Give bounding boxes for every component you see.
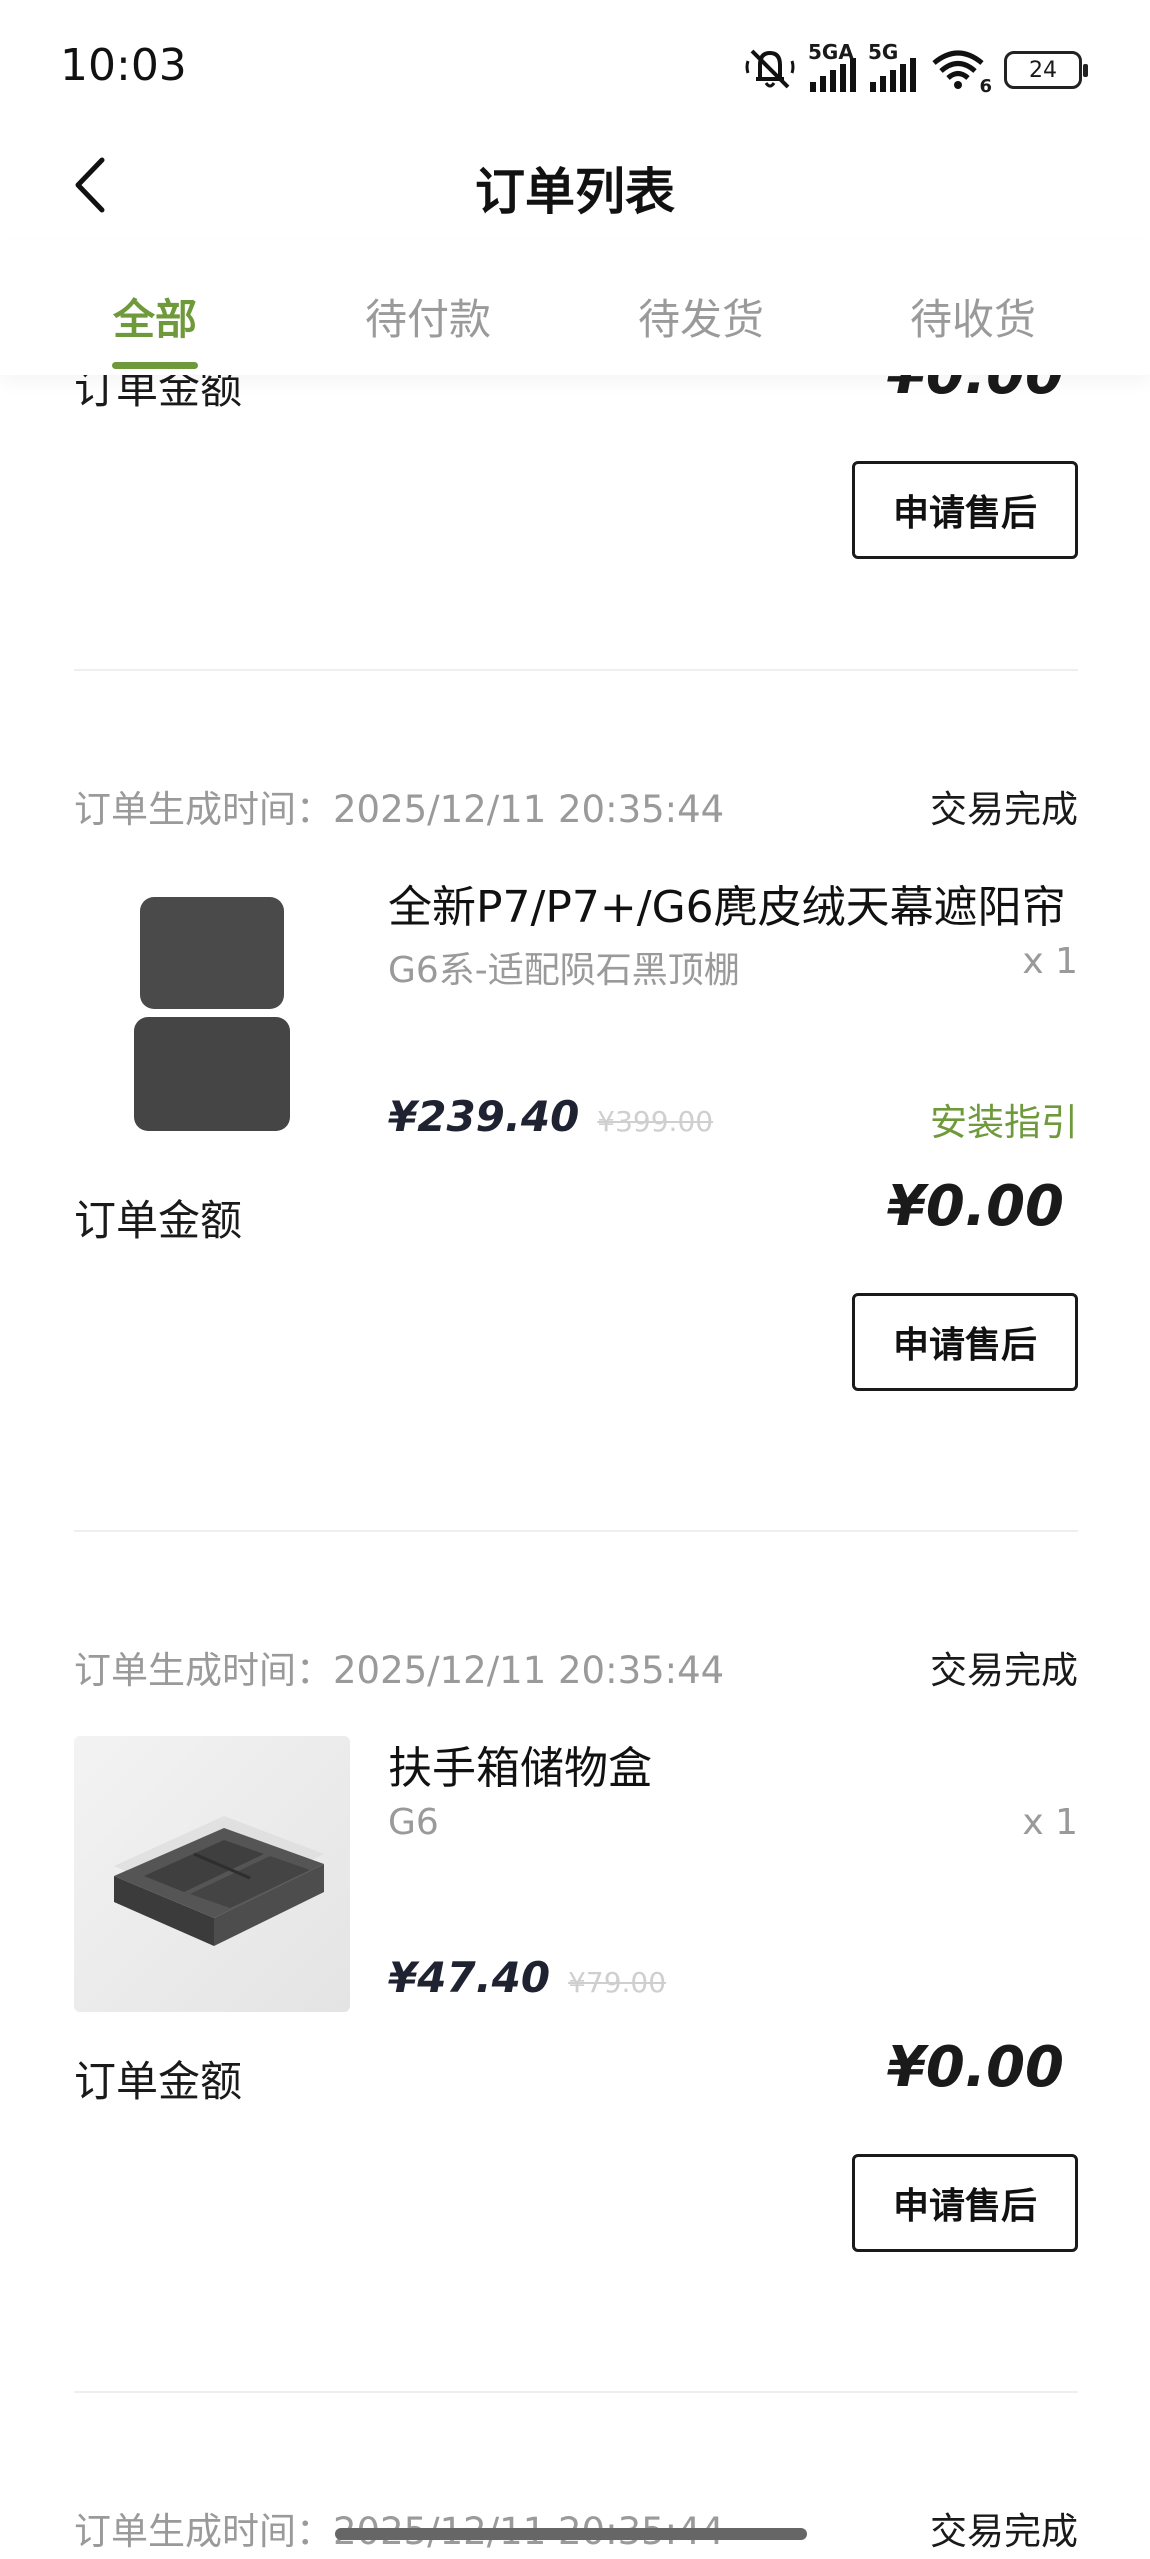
order-card[interactable]: 订单生成时间：2025/12/11 20:35:44 交易完成 扶手箱储物盒 G… bbox=[74, 1640, 1078, 2260]
original-price: ¥399.00 bbox=[597, 1105, 714, 1138]
product-name[interactable]: 扶手箱储物盒 bbox=[388, 1732, 652, 1796]
tab-bar: 全部 待付款 待发货 待收货 bbox=[0, 240, 1150, 375]
tab-pending-shipment[interactable]: 待发货 bbox=[637, 286, 765, 347]
battery-icon: 24 bbox=[1004, 51, 1088, 89]
current-price: ¥47.40 bbox=[388, 1953, 551, 2002]
status-bar: 10:03 5GA 5G 6 24 bbox=[0, 0, 1150, 130]
install-guide-link[interactable]: 安装指引 bbox=[930, 1092, 1078, 1146]
order-time: 订单生成时间：2025/12/11 20:35:44 bbox=[74, 1649, 725, 1692]
order-amount-value: ¥0.00 bbox=[886, 1174, 1064, 1239]
product-image[interactable] bbox=[74, 1736, 350, 2012]
order-time: 订单生成时间：2025/12/11 20:35:44 bbox=[74, 788, 725, 831]
order-header: 订单生成时间：2025/12/11 20:35:44 交易完成 bbox=[74, 1640, 1078, 1692]
order-divider bbox=[74, 669, 1078, 671]
original-price: ¥79.00 bbox=[568, 1966, 667, 1999]
order-amount-value: ¥0.00 bbox=[886, 2035, 1064, 2100]
order-status: 交易完成 bbox=[930, 788, 1078, 831]
product-spec: G6 bbox=[388, 1802, 439, 1843]
current-price: ¥239.40 bbox=[388, 1092, 580, 1141]
order-amount-label: 订单金额 bbox=[74, 2057, 243, 2106]
product-image[interactable] bbox=[74, 875, 350, 1151]
product-quantity: x 1 bbox=[1022, 941, 1078, 982]
status-icons: 5GA 5G 6 24 bbox=[744, 40, 1088, 100]
nav-bar: 订单列表 bbox=[0, 130, 1150, 240]
product-name[interactable]: 全新P7/P7+/G6麂皮绒天幕遮阳帘 bbox=[388, 871, 1066, 935]
after-sale-button[interactable]: 申请售后 bbox=[852, 1293, 1078, 1391]
product-price: ¥47.40 ¥79.00 bbox=[388, 1953, 666, 2002]
order-divider bbox=[74, 1530, 1078, 1532]
signal-5ga-icon: 5GA bbox=[808, 40, 856, 92]
tab-all[interactable]: 全部 bbox=[112, 286, 198, 347]
tab-pending-receipt[interactable]: 待收货 bbox=[909, 286, 1037, 347]
tab-indicator bbox=[112, 362, 198, 369]
status-time: 10:03 bbox=[60, 40, 187, 91]
product-spec: G6系-适配陨石黑顶棚 bbox=[388, 950, 740, 991]
order-card[interactable]: 订单生成时间：2025/12/11 20:35:44 交易完成 全新P7/P7+… bbox=[74, 779, 1078, 1399]
after-sale-button[interactable]: 申请售后 bbox=[852, 2154, 1078, 2252]
home-indicator[interactable] bbox=[335, 2528, 807, 2540]
signal-5g-icon: 5G bbox=[868, 40, 916, 92]
order-amount-label: 订单金额 bbox=[74, 1196, 243, 1245]
muted-bell-icon bbox=[744, 45, 796, 95]
order-amount-label: 订单金额 bbox=[74, 375, 243, 413]
product-quantity: x 1 bbox=[1022, 1802, 1078, 1843]
tab-pending-payment[interactable]: 待付款 bbox=[364, 286, 492, 347]
product-price: ¥239.40 ¥399.00 bbox=[388, 1092, 713, 1141]
order-card: 订单金额 ¥0.00 申请售后 bbox=[74, 375, 1078, 567]
order-amount-value: ¥0.00 bbox=[887, 375, 1064, 407]
order-divider bbox=[74, 2391, 1078, 2393]
after-sale-button[interactable]: 申请售后 bbox=[852, 461, 1078, 559]
order-status: 交易完成 bbox=[930, 1649, 1078, 1692]
order-list[interactable]: 订单金额 ¥0.00 申请售后 订单生成时间：2025/12/11 20:35:… bbox=[0, 375, 1150, 2559]
order-status: 交易完成 bbox=[930, 2510, 1078, 2553]
order-header: 订单生成时间：2025/12/11 20:35:44 交易完成 bbox=[74, 2501, 1078, 2553]
wifi-icon: 6 bbox=[930, 47, 992, 97]
order-header: 订单生成时间：2025/12/11 20:35:44 交易完成 bbox=[74, 779, 1078, 831]
page-title: 订单列表 bbox=[475, 163, 675, 221]
